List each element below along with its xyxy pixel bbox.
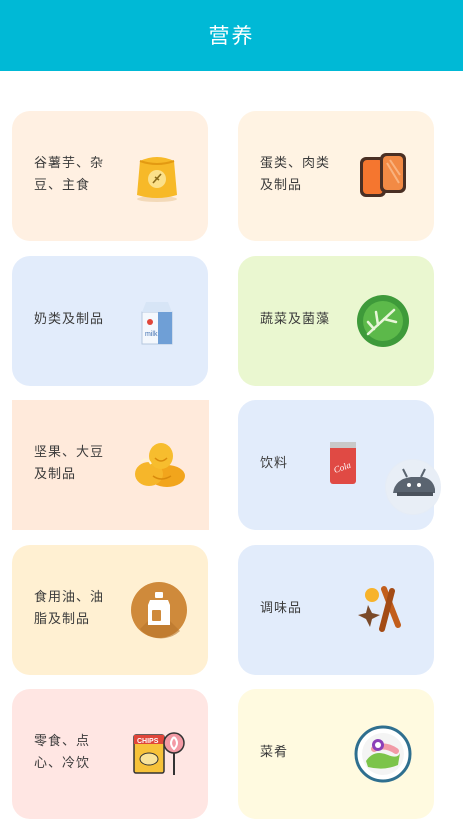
cabbage-icon <box>357 295 409 347</box>
category-label: 菜肴 <box>260 745 289 760</box>
svg-text:CHIPS: CHIPS <box>137 738 159 745</box>
category-card-seasonings[interactable]: 调味品 <box>238 545 434 675</box>
category-label: 坚果、大豆 及制品 <box>34 445 105 482</box>
category-label: 食用油、油 脂及制品 <box>34 590 105 627</box>
category-card-vegetables[interactable]: 蔬菜及菌藻 <box>238 256 434 386</box>
page-title: 营养 <box>208 24 255 48</box>
category-card-oils[interactable]: 食用油、油 脂及制品 <box>12 545 208 675</box>
category-card-nuts[interactable]: 坚果、大豆 及制品 <box>12 400 209 530</box>
category-card-dishes[interactable]: 菜肴 <box>238 689 434 819</box>
category-label: 零食、点 心、冷饮 <box>34 734 91 771</box>
category-label: 蛋类、肉类 及制品 <box>260 156 331 193</box>
category-card-grains[interactable]: 谷薯芋、杂 豆、主食 <box>12 111 208 241</box>
robot-icon <box>386 460 440 514</box>
category-label: 蔬菜及菌藻 <box>260 312 331 327</box>
category-label: 谷薯芋、杂 豆、主食 <box>34 156 105 193</box>
category-card-meat[interactable]: 蛋类、肉类 及制品 <box>238 111 434 241</box>
category-label: 奶类及制品 <box>34 312 105 327</box>
category-card-snacks[interactable]: 零食、点 心、冷饮 CHIPS <box>12 689 208 819</box>
meat-slices-icon <box>360 153 406 197</box>
top-bar: 营养 <box>0 0 463 71</box>
floating-assistant-button[interactable] <box>385 459 441 515</box>
dish-icon <box>354 725 412 783</box>
grain-bag-icon <box>137 157 177 202</box>
chips-candy-icon: CHIPS <box>133 732 185 775</box>
cola-can-icon: Cola <box>330 442 356 484</box>
milk-carton-icon: milk <box>141 302 173 345</box>
category-label: 调味品 <box>260 601 303 616</box>
nuts-icon <box>135 443 185 487</box>
svg-text:milk: milk <box>145 331 158 338</box>
oil-bottle-icon <box>131 582 187 639</box>
spices-icon <box>358 586 401 632</box>
category-card-dairy[interactable]: 奶类及制品 milk <box>12 256 208 386</box>
